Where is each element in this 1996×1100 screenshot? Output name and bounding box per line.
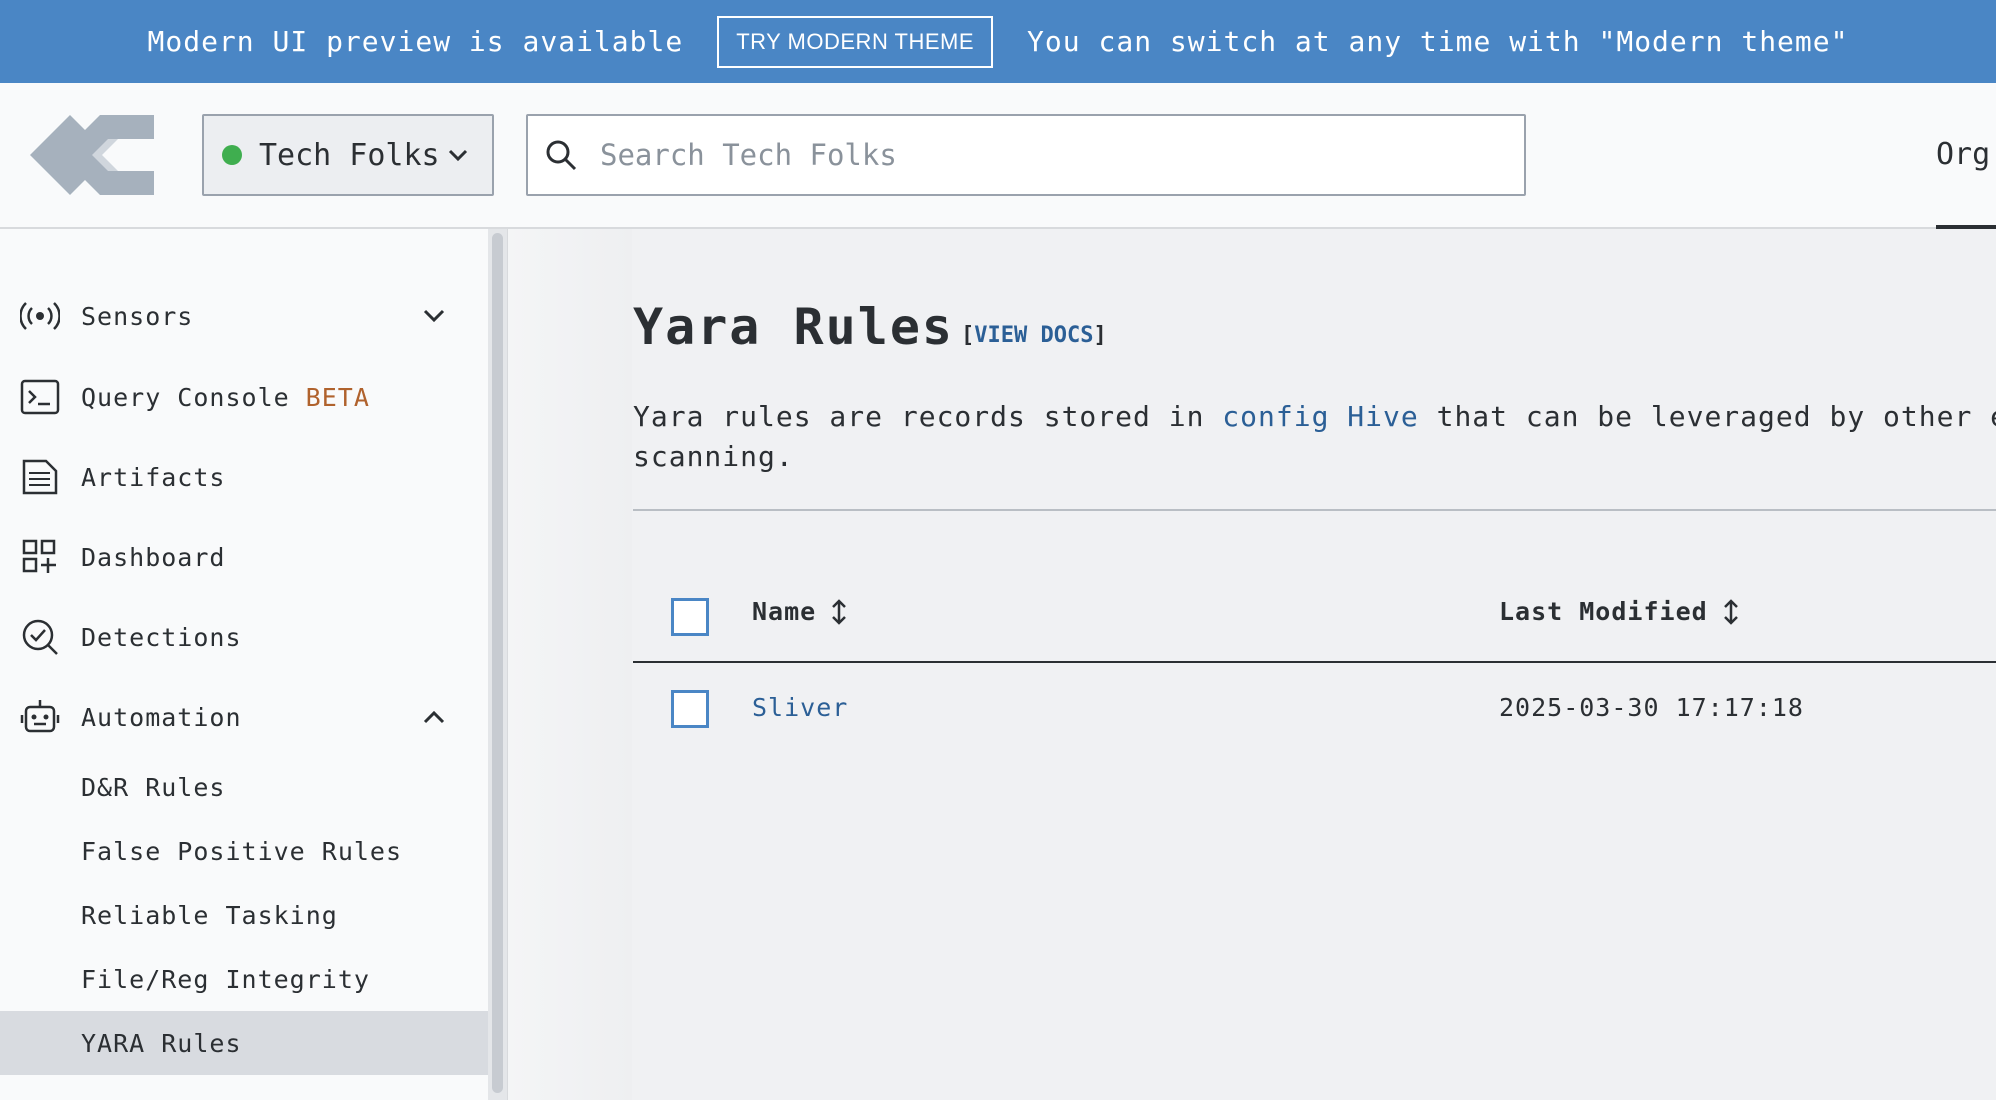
logo-icon: [30, 115, 154, 195]
sidebar-item-dashboard[interactable]: Dashboard: [0, 525, 488, 589]
app-logo[interactable]: [30, 105, 154, 205]
scrollbar-thumb[interactable]: [492, 233, 503, 1093]
sidebar-item-yara-rules[interactable]: YARA Rules: [0, 1011, 488, 1075]
sidebar-item-artifacts[interactable]: Artifacts: [0, 445, 488, 509]
beta-badge: BETA: [305, 382, 370, 412]
sidebar-item-label: Automation: [81, 702, 242, 732]
org-status-dot: [222, 145, 242, 165]
robot-icon: [20, 700, 60, 733]
rule-name-link[interactable]: Sliver: [752, 693, 848, 722]
org-selector[interactable]: Tech Folks: [202, 114, 494, 196]
broadcast-icon: [20, 302, 60, 330]
view-docs: [VIEW DOCS]: [961, 323, 1107, 348]
table-row: Sliver 2025-03-30 17:17:18: [633, 665, 1996, 755]
main-content: Yara Rules [VIEW DOCS] Yara rules are re…: [508, 229, 1996, 1100]
column-label: Last Modified: [1499, 597, 1708, 626]
page-description: Yara rules are records stored in config …: [633, 397, 1996, 477]
sidebar-item-label: Detections: [81, 622, 242, 652]
select-all-checkbox[interactable]: [671, 598, 709, 636]
sidebar-scrollbar[interactable]: [488, 229, 508, 1100]
chevron-up-icon[interactable]: [420, 703, 448, 731]
sidebar-item-query-console[interactable]: Query Console BETA: [0, 365, 488, 429]
sidebar-item-file-reg-integrity[interactable]: File/Reg Integrity: [0, 947, 488, 1011]
content-gutter: [508, 229, 632, 1100]
config-hive-link[interactable]: config Hive: [1222, 400, 1418, 433]
banner-note: You can switch at any time with "Modern …: [1027, 25, 1849, 58]
column-header-name[interactable]: Name: [752, 597, 848, 626]
sidebar-item-label: Query Console: [81, 382, 290, 412]
chevron-down-icon: [448, 149, 468, 162]
column-label: Name: [752, 597, 817, 626]
org-name: Tech Folks: [259, 137, 440, 173]
search-icon: [546, 140, 577, 171]
sidebar-item-label: Artifacts: [81, 462, 226, 492]
sidebar-item-label: Dashboard: [81, 542, 226, 572]
view-docs-link[interactable]: VIEW DOCS: [974, 323, 1093, 348]
row-checkbox[interactable]: [671, 690, 709, 728]
sidebar-item-label: Sensors: [81, 301, 194, 331]
sidebar-item-label-wrap: Query Console BETA: [81, 383, 370, 412]
modern-ui-banner: Modern UI preview is available TRY MODER…: [0, 0, 1996, 83]
table-header: Name Last Modified: [633, 569, 1996, 663]
sidebar-item-sensors[interactable]: Sensors: [0, 284, 488, 348]
banner-message: Modern UI preview is available: [147, 25, 684, 58]
terminal-icon: [20, 379, 60, 415]
page-title: Yara Rules: [633, 298, 955, 356]
desc-text-1: Yara rules are records stored in: [633, 400, 1223, 433]
docs-bracket-open: [: [961, 323, 975, 348]
tab-org[interactable]: Org: [1936, 83, 1996, 229]
sidebar-item-reliable-tasking[interactable]: Reliable Tasking: [0, 883, 488, 947]
chevron-down-icon[interactable]: [420, 302, 448, 330]
dashboard-icon: [22, 539, 56, 573]
sidebar: Sensors Query Console BETA Artifacts Das…: [0, 229, 488, 1100]
sidebar-item-detections[interactable]: Detections: [0, 605, 488, 669]
divider: [633, 509, 1996, 511]
try-modern-theme-button[interactable]: TRY MODERN THEME: [717, 15, 994, 68]
top-header: Tech Folks Org: [0, 83, 1996, 229]
sort-icon: [832, 598, 847, 625]
search-input[interactable]: [600, 138, 1500, 172]
detections-icon: [22, 619, 58, 655]
sidebar-item-dr-rules[interactable]: D&R Rules: [0, 755, 488, 819]
sort-icon: [1723, 598, 1738, 625]
last-modified-value: 2025-03-30 17:17:18: [1499, 693, 1804, 722]
column-header-last-modified[interactable]: Last Modified: [1499, 597, 1740, 626]
sidebar-item-automation[interactable]: Automation: [0, 685, 488, 749]
docs-bracket-close: ]: [1093, 323, 1107, 348]
document-icon: [22, 459, 58, 495]
search-box: [526, 114, 1526, 196]
sidebar-item-false-positive-rules[interactable]: False Positive Rules: [0, 819, 488, 883]
